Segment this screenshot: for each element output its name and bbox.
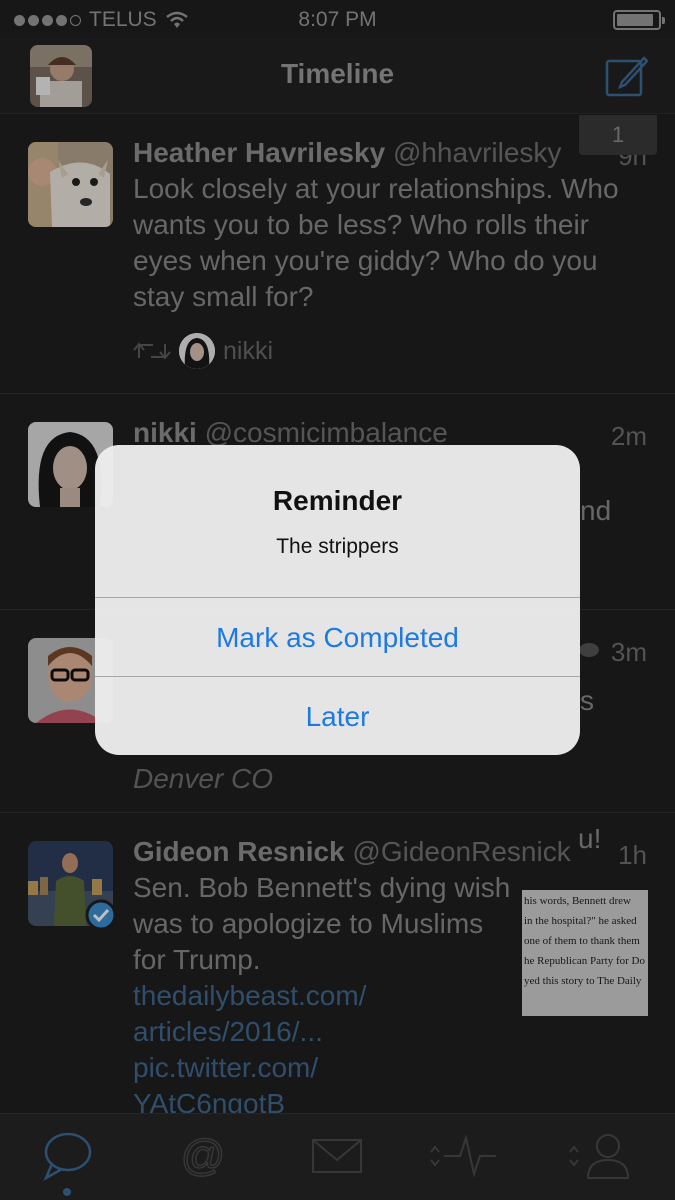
alert-title: Reminder	[272, 485, 403, 516]
mark-completed-button[interactable]: Mark as Completed	[95, 597, 580, 676]
reminder-alert: Reminder The strippers Mark as Completed…	[95, 445, 580, 755]
later-button[interactable]: Later	[95, 676, 580, 755]
alert-message: The strippers	[276, 535, 399, 558]
